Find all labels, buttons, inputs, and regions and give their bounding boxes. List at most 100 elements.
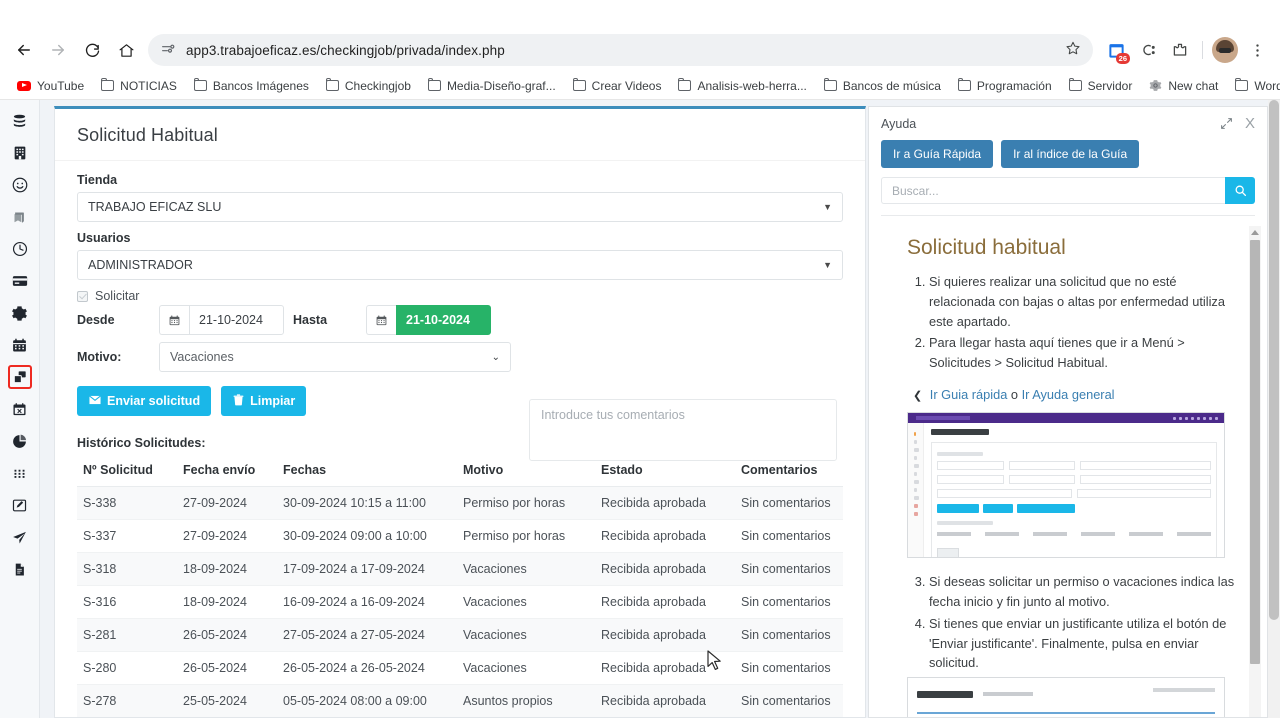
help-scrollbar[interactable] bbox=[1249, 226, 1261, 717]
table-row[interactable]: S-337 27-09-2024 30-09-2024 09:00 a 10:0… bbox=[77, 519, 843, 553]
bookmark-item[interactable]: Servidor bbox=[1062, 76, 1140, 96]
bookmark-item[interactable]: NOTICIAS bbox=[94, 76, 184, 96]
folder-icon bbox=[1235, 77, 1249, 91]
scroll-up-arrow-icon[interactable] bbox=[1249, 226, 1261, 238]
limpiar-button[interactable]: Limpiar bbox=[221, 386, 307, 416]
bookmark-item[interactable]: Bancos de música bbox=[817, 76, 948, 96]
solicitar-checkbox[interactable] bbox=[77, 290, 88, 302]
bookmark-item[interactable]: Wordpress bbox=[1228, 76, 1280, 96]
send-icon[interactable] bbox=[8, 525, 32, 549]
document-icon[interactable] bbox=[8, 557, 32, 581]
extensions-puzzle-icon[interactable] bbox=[1165, 35, 1195, 65]
table-row[interactable]: S-318 18-09-2024 17-09-2024 a 17-09-2024… bbox=[77, 552, 843, 586]
building-icon[interactable] bbox=[8, 141, 32, 165]
enviar-solicitud-button[interactable]: Enviar solicitud bbox=[77, 386, 212, 416]
help-scrollbar-thumb[interactable] bbox=[1250, 240, 1260, 664]
comentarios-textarea[interactable]: Introduce tus comentarios bbox=[529, 399, 837, 461]
cell-numero: S-337 bbox=[77, 519, 177, 553]
clock-icon[interactable] bbox=[8, 237, 32, 261]
hasta-date-input[interactable]: 21-10-2024 bbox=[396, 305, 491, 335]
bookmark-item[interactable]: Checkingjob bbox=[319, 76, 418, 96]
bookmark-label: Crear Videos bbox=[591, 78, 662, 93]
motivo-value: Vacaciones bbox=[170, 350, 234, 364]
bookmark-item[interactable]: Bancos Imágenes bbox=[187, 76, 316, 96]
page-scrollbar-thumb[interactable] bbox=[1269, 100, 1279, 620]
bookmark-item[interactable]: New chat bbox=[1142, 76, 1225, 96]
expand-icon[interactable] bbox=[1220, 117, 1233, 130]
bookmark-star-icon[interactable] bbox=[1065, 40, 1081, 61]
motivo-select[interactable]: Vacaciones ⌄ bbox=[159, 342, 511, 372]
bookmark-item[interactable]: YouTube bbox=[10, 76, 91, 96]
ir-indice-guia-button[interactable]: Ir al índice de la Guía bbox=[1001, 140, 1140, 168]
card-icon[interactable] bbox=[8, 269, 32, 293]
address-bar[interactable]: app3.trabajoeficaz.es/checkingjob/privad… bbox=[148, 34, 1093, 66]
windows-icon[interactable] bbox=[7, 365, 32, 389]
bookmark-item[interactable]: Analisis-web-herra... bbox=[671, 76, 813, 96]
bookmark-label: Programación bbox=[976, 78, 1052, 93]
hasta-input-group[interactable]: 21-10-2024 bbox=[366, 305, 491, 335]
gear-icon[interactable] bbox=[8, 301, 32, 325]
thumb-content bbox=[924, 423, 1224, 558]
bookmark-item[interactable]: Media-Diseño-graf... bbox=[421, 76, 563, 96]
table-row[interactable]: S-280 26-05-2024 26-05-2024 a 26-05-2024… bbox=[77, 651, 843, 685]
extension-calendar-icon[interactable]: 26 bbox=[1101, 35, 1131, 65]
help-search-input[interactable]: Buscar... bbox=[881, 177, 1225, 204]
reload-button[interactable] bbox=[76, 34, 108, 66]
calendar-icon[interactable] bbox=[8, 333, 32, 357]
link-separator: o bbox=[1010, 387, 1018, 403]
close-icon[interactable]: X bbox=[1245, 116, 1255, 131]
help-step: Si tienes que enviar un justificante uti… bbox=[929, 614, 1241, 673]
calendar-icon[interactable] bbox=[366, 305, 396, 335]
thumb-topbar bbox=[908, 413, 1224, 424]
table-row[interactable]: S-281 26-05-2024 27-05-2024 a 27-05-2024… bbox=[77, 618, 843, 652]
profile-avatar[interactable] bbox=[1210, 35, 1240, 65]
site-info-icon[interactable] bbox=[160, 42, 176, 58]
usuarios-label: Usuarios bbox=[77, 231, 131, 245]
bookmark-item[interactable]: Programación bbox=[951, 76, 1059, 96]
smiley-icon[interactable] bbox=[8, 173, 32, 197]
database-icon[interactable] bbox=[8, 109, 32, 133]
book-icon[interactable] bbox=[8, 205, 32, 229]
pie-chart-icon[interactable] bbox=[8, 429, 32, 453]
table-row[interactable]: S-278 25-05-2024 05-05-2024 08:00 a 09:0… bbox=[77, 684, 843, 717]
cell-estado: Recibida aprobada bbox=[595, 552, 735, 586]
bookmark-item[interactable]: Crear Videos bbox=[566, 76, 669, 96]
envelope-icon bbox=[88, 393, 102, 410]
tienda-label: Tienda bbox=[77, 173, 118, 187]
help-step: Para llegar hasta aquí tienes que ir a M… bbox=[929, 333, 1241, 373]
browser-menu-icon[interactable] bbox=[1242, 35, 1272, 65]
ir-guia-rapida-link[interactable]: Ir Guia rápida bbox=[930, 387, 1008, 402]
bookmark-label: Media-Diseño-graf... bbox=[446, 78, 556, 93]
bookmark-label: Bancos de música bbox=[842, 78, 941, 93]
cell-motivo: Vacaciones bbox=[457, 651, 595, 685]
table-row[interactable]: S-316 18-09-2024 16-09-2024 a 16-09-2024… bbox=[77, 585, 843, 619]
avatar[interactable] bbox=[1212, 37, 1238, 63]
thumb2-rule bbox=[917, 712, 1215, 715]
edit-icon[interactable] bbox=[8, 493, 32, 517]
cell-motivo: Vacaciones bbox=[457, 618, 595, 652]
calendar-icon[interactable] bbox=[159, 305, 189, 335]
calendar-x-icon[interactable] bbox=[8, 397, 32, 421]
page-scrollbar[interactable] bbox=[1268, 100, 1280, 718]
forward-button[interactable] bbox=[42, 34, 74, 66]
cell-fechas: 30-09-2024 10:15 a 11:00 bbox=[277, 486, 457, 520]
table-body: S-338 27-09-2024 30-09-2024 10:15 a 11:0… bbox=[77, 486, 843, 717]
extension-c-icon[interactable] bbox=[1133, 35, 1163, 65]
col-header-fechas: Fechas bbox=[277, 456, 457, 487]
desde-date-input[interactable]: 21-10-2024 bbox=[189, 305, 284, 335]
cell-fecha-envio: 27-09-2024 bbox=[177, 519, 277, 553]
grid-icon[interactable] bbox=[8, 461, 32, 485]
toolbar-separator bbox=[1202, 41, 1203, 59]
usuarios-select[interactable]: ADMINISTRADOR ▼ bbox=[77, 250, 843, 280]
help-controls: X bbox=[1220, 116, 1255, 131]
back-button[interactable] bbox=[8, 34, 40, 66]
table-row[interactable]: S-338 27-09-2024 30-09-2024 10:15 a 11:0… bbox=[77, 486, 843, 520]
desde-input-group[interactable]: 21-10-2024 bbox=[159, 305, 284, 335]
ir-ayuda-general-link[interactable]: Ir Ayuda general bbox=[1022, 387, 1115, 402]
ir-guia-rapida-button[interactable]: Ir a Guía Rápida bbox=[881, 140, 994, 168]
cell-motivo: Permiso por horas bbox=[457, 519, 595, 553]
search-icon[interactable] bbox=[1225, 177, 1255, 204]
home-button[interactable] bbox=[110, 34, 142, 66]
folder-icon bbox=[193, 77, 207, 91]
tienda-select[interactable]: TRABAJO EFICAZ SLU ▼ bbox=[77, 192, 843, 222]
